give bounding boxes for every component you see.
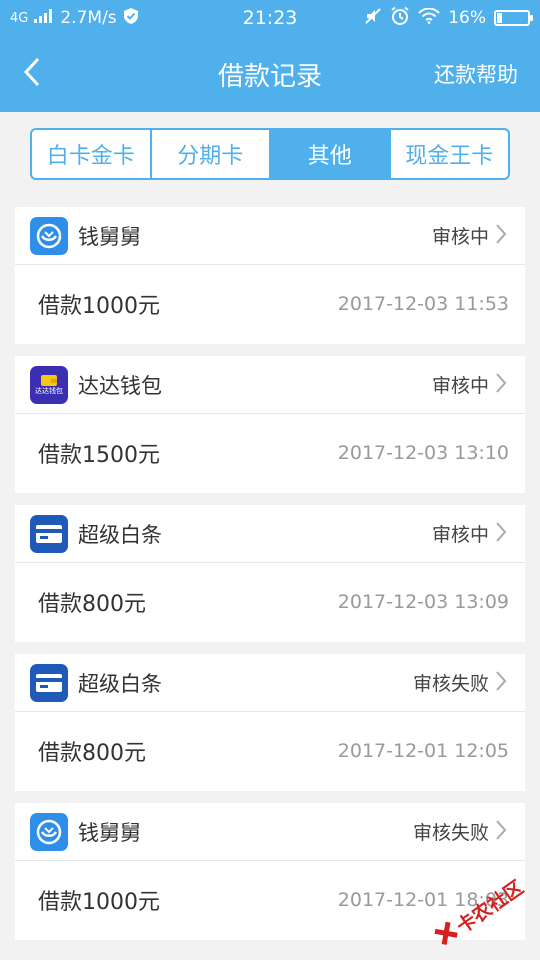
tab-xianjin-wangka[interactable]: 现金王卡 [391,130,509,178]
record-header[interactable]: 超级白条 审核中 [15,505,525,563]
battery-percent: 16% [448,8,486,28]
loan-record-card[interactable]: 超级白条 审核失败 借款800元 2017-12-01 12:05 [15,654,525,791]
chevron-right-icon [495,223,507,249]
record-status[interactable]: 审核中 [432,371,507,398]
status-text: 审核中 [431,226,489,248]
loan-record-card[interactable]: 钱舅舅 审核中 借款1000元 2017-12-03 11:53 [15,207,525,344]
record-body: 借款1000元 2017-12-03 11:53 [15,265,525,343]
app-name: 钱舅舅 [78,224,141,249]
app-name: 超级白条 [78,671,162,696]
record-header[interactable]: 钱舅舅 审核失败 [15,803,525,861]
nav-bar: 借款记录 还款帮助 [0,36,540,112]
tab-other[interactable]: 其他 [271,130,391,178]
app-name: 超级白条 [78,522,162,547]
record-status[interactable]: 审核失败 [413,818,507,845]
qianjiujiu-icon [30,812,68,851]
alarm-icon [390,6,410,31]
status-left: 4G 2.7M/s [10,7,139,30]
status-text: 审核失败 [412,673,489,695]
chevron-right-icon [495,521,507,547]
tab-baika-jinka[interactable]: 白卡金卡 [32,130,152,178]
network-type: 4G [10,10,29,26]
loan-record-list: 钱舅舅 审核中 借款1000元 2017-12-03 11:53 达达钱包 达达… [0,207,540,940]
record-body: 借款800元 2017-12-01 12:05 [15,712,525,790]
loan-amount: 借款1000元 [38,294,160,319]
chevron-left-icon [23,57,41,91]
wifi-icon [418,7,440,29]
back-button[interactable] [0,36,64,112]
chevron-right-icon [495,819,507,845]
qianjiujiu-icon [30,216,68,255]
record-header[interactable]: 达达钱包 达达钱包 审核中 [15,356,525,414]
battery-fill [497,13,502,23]
loan-amount: 借款1000元 [38,890,160,915]
card-icon [30,663,68,702]
loan-amount: 借款1500元 [38,443,160,468]
loan-amount: 借款800元 [38,741,146,766]
network-speed: 2.7M/s [60,8,117,28]
loan-time: 2017-12-03 13:10 [337,442,509,464]
chevron-right-icon [495,670,507,696]
loan-time: 2017-12-03 13:09 [337,591,509,613]
status-text: 审核失败 [412,822,489,844]
record-body: 借款800元 2017-12-03 13:09 [15,563,525,641]
chevron-right-icon [495,372,507,398]
record-header[interactable]: 超级白条 审核失败 [15,654,525,712]
shield-icon [123,7,139,30]
battery-icon [494,10,533,26]
record-status[interactable]: 审核中 [432,520,507,547]
loan-time: 2017-12-01 12:05 [337,740,509,762]
category-tabs: 白卡金卡 分期卡 其他 现金王卡 [30,128,510,180]
loan-time: 2017-12-03 11:53 [337,293,509,315]
record-body: 借款1500元 2017-12-03 13:10 [15,414,525,492]
status-right: 16% [364,6,533,31]
loan-record-card[interactable]: 达达钱包 达达钱包 审核中 借款1500元 2017-12-03 13:10 [15,356,525,493]
card-icon [30,514,68,553]
mute-icon [364,7,382,30]
loan-record-card[interactable]: 超级白条 审核中 借款800元 2017-12-03 13:09 [15,505,525,642]
app-name: 钱舅舅 [78,820,141,845]
dada-icon-text: 达达钱包 [35,387,63,395]
record-header[interactable]: 钱舅舅 审核中 [15,207,525,265]
app-name: 达达钱包 [78,373,162,398]
tab-fenqi-ka[interactable]: 分期卡 [152,130,271,178]
status-text: 审核中 [431,524,489,546]
repay-help-button[interactable]: 还款帮助 [434,59,540,89]
status-text: 审核中 [431,375,489,397]
status-bar: 4G 2.7M/s 21:23 16% [0,0,540,36]
record-status[interactable]: 审核中 [432,222,507,249]
dada-wallet-icon: 达达钱包 [30,365,68,404]
record-status[interactable]: 审核失败 [413,669,507,696]
signal-icon [34,8,54,28]
loan-amount: 借款800元 [38,592,146,617]
